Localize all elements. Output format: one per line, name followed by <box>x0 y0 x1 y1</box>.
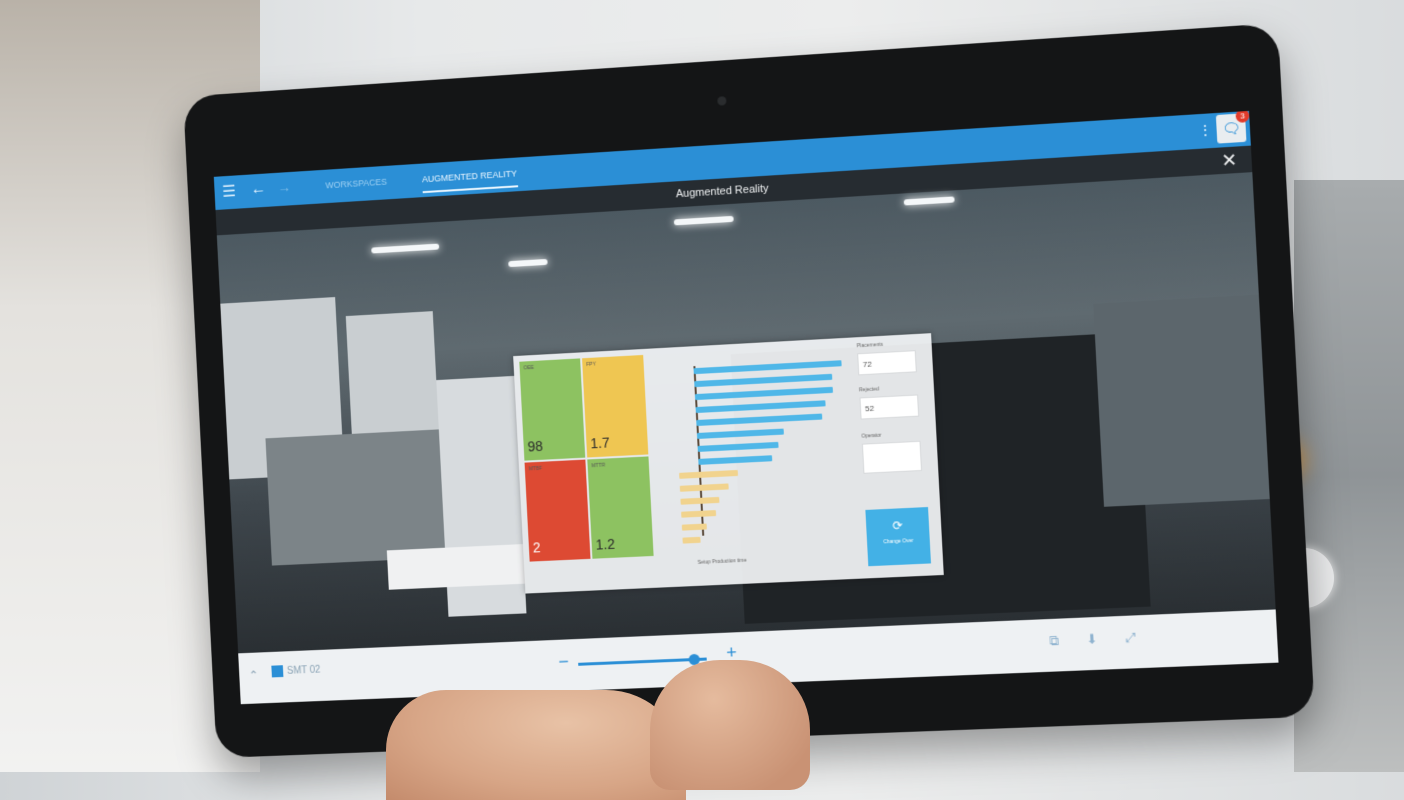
expand-icon[interactable]: ⤢ <box>1125 630 1137 647</box>
download-icon[interactable]: ⬇ <box>1086 631 1098 648</box>
side-value-box: 52 <box>859 394 920 420</box>
tablet-screen: ☰ ← → WORKSPACES AUGMENTED REALITY ⋮ 🗨 3… <box>213 110 1279 705</box>
kpi-value: 2 <box>532 539 541 556</box>
chart-bar <box>694 373 833 388</box>
chart-bar <box>694 386 834 401</box>
kpi-value: 1.2 <box>595 535 616 553</box>
ceiling-light <box>508 258 548 268</box>
kpi-tile[interactable]: MTBF 2 <box>524 459 591 562</box>
machine-body <box>265 429 446 566</box>
close-icon[interactable]: ✕ <box>1221 147 1238 174</box>
ceiling-light <box>903 196 955 206</box>
screenshot-icon[interactable]: ⧉ <box>1049 633 1059 650</box>
hand-thumb <box>386 690 686 800</box>
chart-bar <box>693 360 842 375</box>
ceiling-light <box>371 243 440 254</box>
kpi-label: MTBF <box>528 465 543 473</box>
kpi-value: 98 <box>527 437 544 455</box>
chart-caption: Setup Production time <box>697 557 747 566</box>
arrow-right-icon[interactable]: → <box>277 179 291 196</box>
chat-icon: 🗨 <box>1221 119 1241 138</box>
notification-badge: 3 <box>1235 110 1250 123</box>
kpi-tile[interactable]: MTTR 1.2 <box>587 456 654 559</box>
kpi-value: 1.7 <box>590 434 610 452</box>
tab-workspaces[interactable]: WORKSPACES <box>325 177 387 191</box>
chevron-up-icon[interactable]: ⌃ <box>249 668 259 682</box>
hand-finger <box>650 660 810 790</box>
menu-icon[interactable]: ☰ <box>222 183 240 202</box>
camera-view[interactable]: OEE 98 FPY 1.7 MTBF 2 MTTR 1.2 Setup Pro… <box>216 172 1276 654</box>
chart-bar <box>681 523 707 531</box>
zoom-out-button[interactable]: − <box>558 651 569 672</box>
tab-augmented-reality[interactable]: AUGMENTED REALITY <box>421 168 518 194</box>
chart-bar <box>679 469 739 479</box>
machine-name: SMT 02 <box>286 664 321 677</box>
side-label: Operator <box>861 432 882 440</box>
side-label: Rejected <box>858 386 880 394</box>
machine-icon <box>271 665 284 678</box>
kpi-label: MTTR <box>591 462 606 470</box>
chart-bar <box>697 441 779 452</box>
operator-select[interactable] <box>861 440 923 474</box>
page-title: Augmented Reality <box>675 182 769 201</box>
change-over-label: Change Over <box>883 537 914 546</box>
chart-bar <box>696 413 823 427</box>
side-label: Placements <box>856 341 884 350</box>
printer-tray <box>386 544 525 590</box>
side-value-box: 72 <box>857 350 917 376</box>
change-over-button[interactable]: ⟳ Change Over <box>865 507 931 567</box>
chart-bar <box>698 455 773 465</box>
chart-bar <box>682 536 701 544</box>
kpi-label: OEE <box>523 364 535 372</box>
ceiling-light <box>673 215 734 226</box>
more-vertical-icon[interactable]: ⋮ <box>1197 121 1212 139</box>
bar-chart: Setup Production time <box>647 344 858 576</box>
tablet-camera <box>717 96 727 106</box>
chart-bar <box>695 400 826 414</box>
ar-side-column: Placements 72 Rejected 52 Operator ⟳ Cha… <box>852 338 935 575</box>
machine-selector[interactable]: SMT 02 <box>271 664 321 678</box>
chart-bar <box>680 496 720 505</box>
zoom-slider[interactable] <box>578 653 707 666</box>
kpi-tile[interactable]: OEE 98 <box>519 358 586 461</box>
ar-overlay-panel[interactable]: OEE 98 FPY 1.7 MTBF 2 MTTR 1.2 Setup Pro… <box>513 333 944 594</box>
refresh-icon: ⟳ <box>892 518 904 533</box>
chart-bar <box>696 428 784 439</box>
tablet: ☰ ← → WORKSPACES AUGMENTED REALITY ⋮ 🗨 3… <box>183 22 1315 759</box>
chart-bar <box>681 510 716 518</box>
kpi-tile[interactable]: FPY 1.7 <box>582 354 649 458</box>
kpi-label: FPY <box>586 361 597 369</box>
notifications-button[interactable]: 🗨 3 <box>1215 110 1250 144</box>
chart-bar <box>679 483 730 492</box>
arrow-left-icon[interactable]: ← <box>250 180 266 199</box>
machine-right <box>1093 294 1270 507</box>
